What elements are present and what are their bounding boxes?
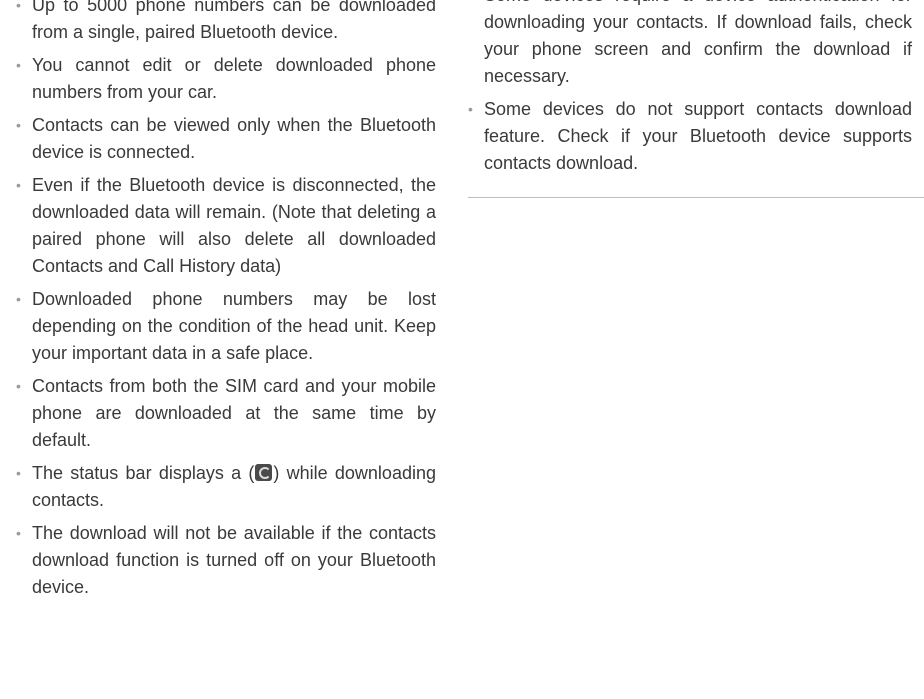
- note-text: The download will not be available if th…: [32, 523, 436, 597]
- bullet-icon: •: [468, 101, 473, 117]
- bullet-icon: •: [16, 177, 21, 193]
- left-notes-list: • Up to 5000 phone numbers can be downlo…: [16, 0, 436, 601]
- note-text: Contacts from both the SIM card and your…: [32, 376, 436, 450]
- list-item: • You cannot edit or delete downloaded p…: [16, 52, 436, 106]
- list-item: • Some devices do not support contacts d…: [468, 96, 912, 177]
- note-text: Some devices do not support contacts dow…: [484, 99, 912, 173]
- list-item: • Some devices require a device authenti…: [468, 0, 912, 90]
- bullet-icon: •: [468, 0, 473, 9]
- bullet-icon: •: [16, 465, 21, 481]
- note-text: Up to 5000 phone numbers can be download…: [32, 0, 436, 42]
- list-item: • Contacts from both the SIM card and yo…: [16, 373, 436, 454]
- note-text: Contacts can be viewed only when the Blu…: [32, 115, 436, 162]
- note-text: Downloaded phone numbers may be lost dep…: [32, 289, 436, 363]
- note-text: You cannot edit or delete downloaded pho…: [32, 55, 436, 102]
- bullet-icon: •: [16, 0, 21, 13]
- section-divider: [468, 197, 924, 198]
- bullet-icon: •: [16, 57, 21, 73]
- note-text-before-icon: The status bar displays a (: [32, 463, 255, 483]
- list-item: • Downloaded phone numbers may be lost d…: [16, 286, 436, 367]
- bullet-icon: •: [16, 291, 21, 307]
- bullet-icon: •: [16, 378, 21, 394]
- list-item: • Contacts can be viewed only when the B…: [16, 112, 436, 166]
- list-item: • Up to 5000 phone numbers can be downlo…: [16, 0, 436, 46]
- list-item: • Even if the Bluetooth device is discon…: [16, 172, 436, 280]
- list-item: • The status bar displays a () while dow…: [16, 460, 436, 514]
- bullet-icon: •: [16, 525, 21, 541]
- bullet-icon: •: [16, 117, 21, 133]
- list-item: • The download will not be available if …: [16, 520, 436, 601]
- right-notes-list: • Some devices require a device authenti…: [468, 0, 912, 177]
- left-column: • Up to 5000 phone numbers can be downlo…: [16, 0, 436, 607]
- note-text: Even if the Bluetooth device is disconne…: [32, 175, 436, 276]
- right-column: • Some devices require a device authenti…: [468, 0, 912, 183]
- contacts-download-icon: [255, 464, 273, 481]
- note-text: Some devices require a device authentica…: [484, 0, 912, 86]
